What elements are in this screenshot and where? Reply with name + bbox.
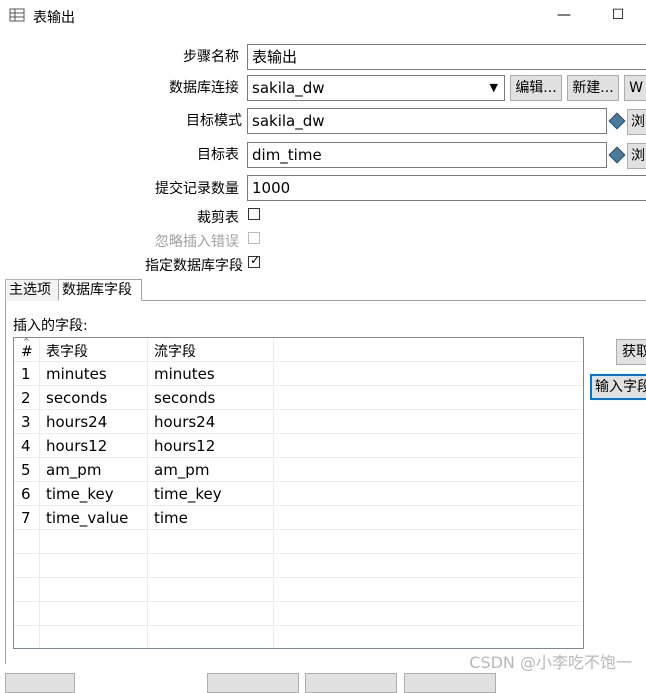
- input-field-mapping-button[interactable]: 输入字段: [590, 374, 646, 400]
- ignore-errors-label: 忽略插入错误: [155, 234, 239, 250]
- empty-row[interactable]: [14, 530, 583, 554]
- target-table-label: 目标表: [197, 147, 239, 163]
- check-icon: ✓: [250, 253, 261, 267]
- table-field-cell[interactable]: am_pm: [46, 458, 101, 482]
- row-number: 1: [21, 365, 31, 383]
- table-header: ^ # 表字段 流字段: [14, 338, 583, 362]
- truncate-checkbox[interactable]: [248, 208, 260, 220]
- empty-row[interactable]: [14, 602, 583, 626]
- target-table-field[interactable]: dim_time: [247, 142, 607, 168]
- table-field-cell[interactable]: hours12: [46, 434, 107, 458]
- stream-field-cell[interactable]: time_key: [154, 482, 222, 506]
- tab-database-fields[interactable]: 数据库字段: [58, 279, 142, 301]
- table-row[interactable]: 7 time_value time: [14, 506, 583, 530]
- schema-label: 目标模式: [186, 113, 242, 129]
- maximize-button[interactable]: ☐: [603, 4, 633, 26]
- stream-field-cell[interactable]: seconds: [154, 386, 215, 410]
- table-row[interactable]: 1 minutes minutes: [14, 362, 583, 386]
- stream-field-cell[interactable]: time: [154, 506, 188, 530]
- ok-button[interactable]: [207, 673, 299, 693]
- empty-row[interactable]: [14, 578, 583, 602]
- title-bar: 表输出 — ☐: [0, 0, 646, 32]
- column-header-stream-field: 流字段: [154, 344, 196, 360]
- connection-value: sakila_dw: [252, 79, 325, 97]
- edit-connection-button[interactable]: 编辑...: [510, 75, 562, 101]
- sql-button[interactable]: [404, 673, 496, 693]
- empty-row[interactable]: [14, 626, 583, 648]
- commit-size-field[interactable]: 1000: [247, 175, 646, 201]
- schema-field[interactable]: sakila_dw: [247, 108, 607, 134]
- cancel-button[interactable]: [305, 673, 397, 693]
- table-output-icon: [9, 8, 25, 22]
- connection-select[interactable]: sakila_dw ▼: [247, 75, 505, 101]
- window-title: 表输出: [33, 10, 75, 26]
- tab-main-options[interactable]: 主选项: [5, 279, 59, 301]
- ignore-errors-checkbox[interactable]: [248, 232, 260, 244]
- wizard-button[interactable]: W: [624, 75, 646, 101]
- watermark: CSDN @小李吃不饱一: [469, 653, 632, 672]
- chevron-down-icon[interactable]: ▼: [490, 76, 498, 100]
- table-field-cell[interactable]: minutes: [46, 362, 107, 386]
- table-field-cell[interactable]: time_key: [46, 482, 114, 506]
- stream-field-cell[interactable]: am_pm: [154, 458, 209, 482]
- stream-field-cell[interactable]: hours12: [154, 434, 215, 458]
- column-header-table-field: 表字段: [46, 344, 88, 360]
- step-name-field[interactable]: 表输出: [247, 44, 646, 70]
- new-connection-button[interactable]: 新建...: [567, 75, 619, 101]
- connection-label: 数据库连接: [169, 80, 239, 96]
- table-row[interactable]: 4 hours12 hours12: [14, 434, 583, 458]
- truncate-label: 裁剪表: [197, 210, 239, 226]
- table-field-cell[interactable]: seconds: [46, 386, 107, 410]
- table-row[interactable]: 5 am_pm am_pm: [14, 458, 583, 482]
- row-number: 3: [21, 413, 31, 431]
- table-field-cell[interactable]: hours24: [46, 410, 107, 434]
- table-row[interactable]: 3 hours24 hours24: [14, 410, 583, 434]
- row-number: 2: [21, 389, 31, 407]
- fields-table: ^ # 表字段 流字段 1 minutes minutes 2 seconds …: [13, 337, 584, 649]
- specify-fields-checkbox[interactable]: ✓: [248, 253, 261, 268]
- row-number: 4: [21, 437, 31, 455]
- specify-fields-label: 指定数据库字段: [145, 258, 243, 274]
- step-name-label: 步骤名称: [183, 49, 239, 65]
- variable-icon: [608, 112, 626, 130]
- help-button[interactable]: [5, 673, 75, 693]
- row-number: 7: [21, 509, 31, 527]
- stream-field-cell[interactable]: hours24: [154, 410, 215, 434]
- stream-field-cell[interactable]: minutes: [154, 362, 215, 386]
- browse-table-button[interactable]: 浏: [627, 143, 646, 169]
- empty-row[interactable]: [14, 554, 583, 578]
- column-header-number: #: [21, 344, 33, 360]
- get-fields-button[interactable]: 获取: [616, 339, 646, 365]
- variable-icon: [608, 146, 626, 164]
- fields-to-insert-label: 插入的字段:: [13, 318, 88, 334]
- table-row[interactable]: 2 seconds seconds: [14, 386, 583, 410]
- table-row[interactable]: 6 time_key time_key: [14, 482, 583, 506]
- browse-schema-button[interactable]: 浏: [627, 109, 646, 135]
- table-field-cell[interactable]: time_value: [46, 506, 128, 530]
- row-number: 6: [21, 485, 31, 503]
- row-number: 5: [21, 461, 31, 479]
- commit-size-label: 提交记录数量: [155, 181, 239, 197]
- minimize-button[interactable]: —: [549, 4, 579, 26]
